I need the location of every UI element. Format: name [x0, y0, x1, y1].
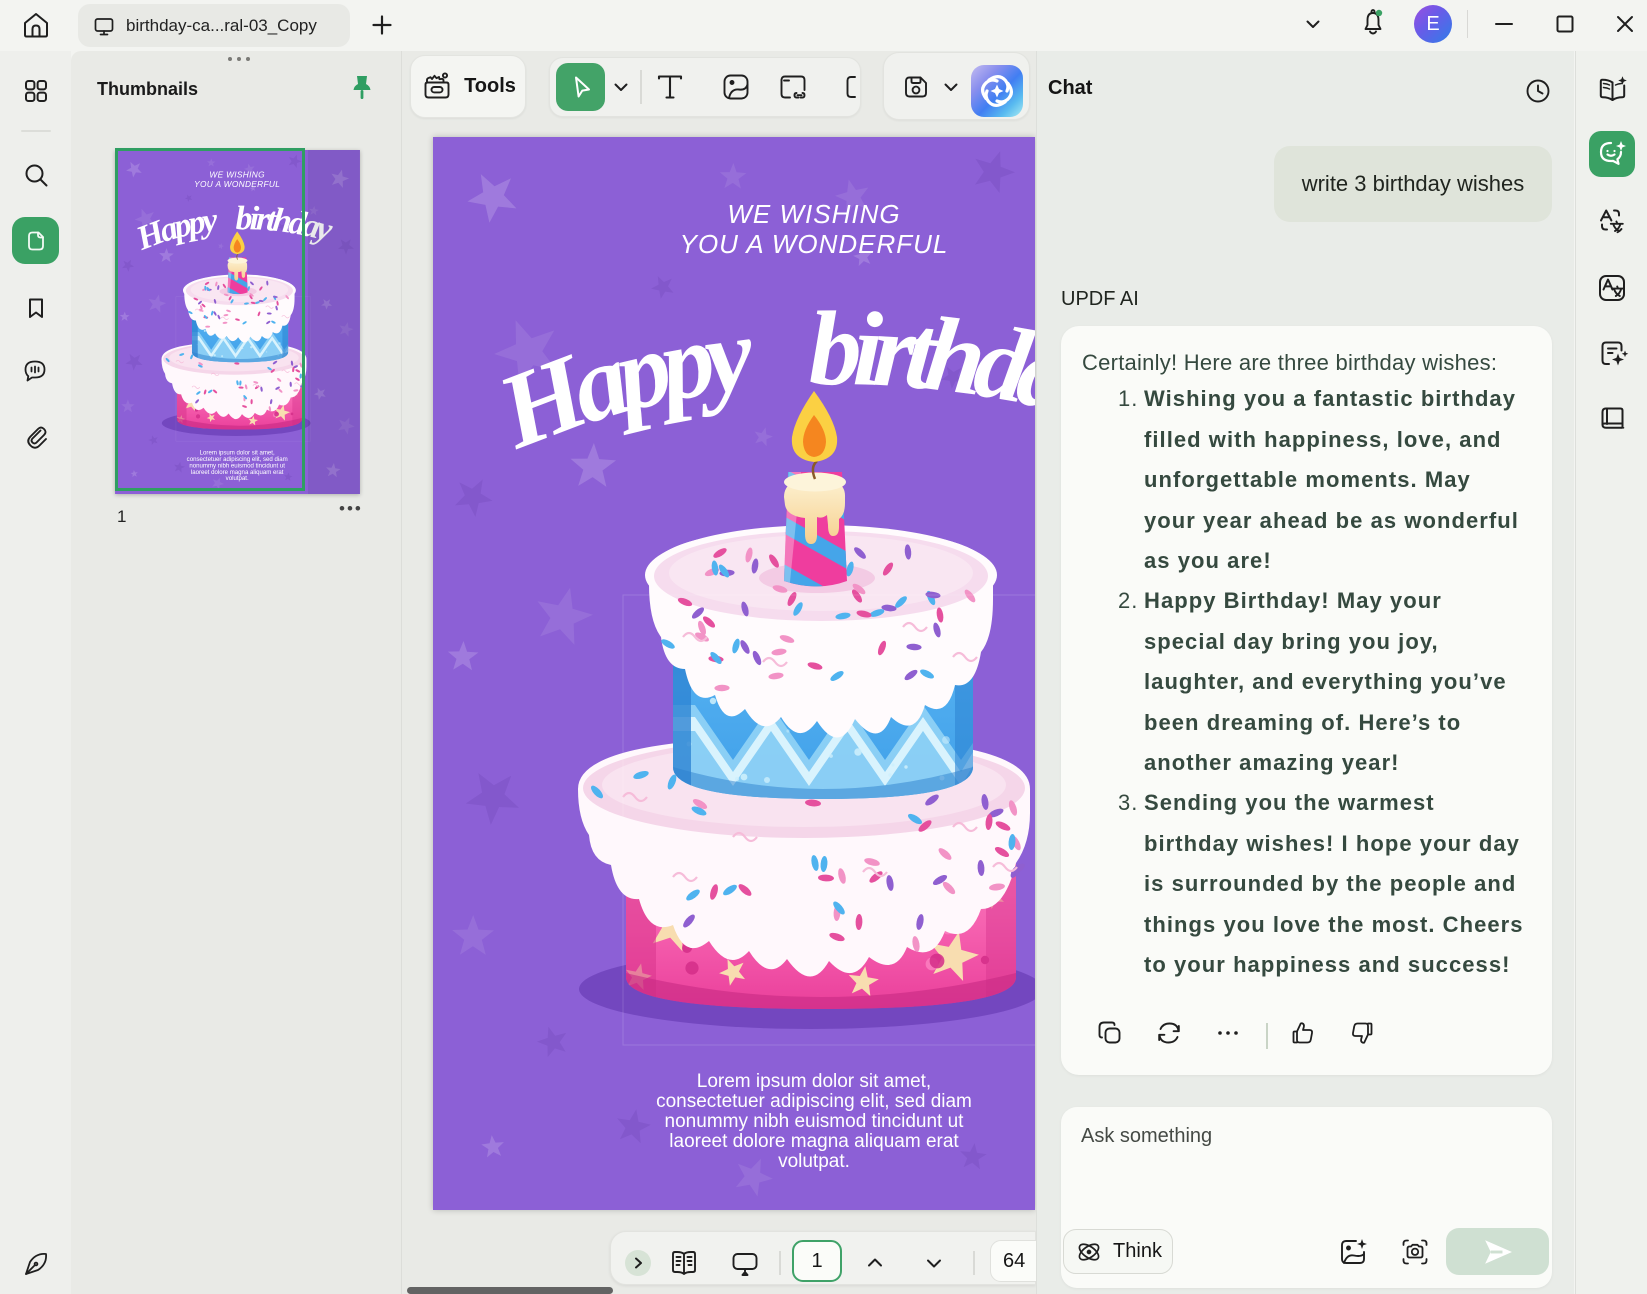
svg-text:nonummy nibh euismod tincidunt: nonummy nibh euismod tincidunt ut — [665, 1111, 965, 1132]
svg-text:consectetuer adipiscing elit,: consectetuer adipiscing elit, sed diam — [656, 1091, 972, 1112]
svg-text:Lorem ipsum dolor sit amet,: Lorem ipsum dolor sit amet, — [697, 1071, 931, 1092]
svg-text:volutpat.: volutpat. — [778, 1151, 850, 1172]
svg-text:WE WISHING: WE WISHING — [727, 199, 900, 229]
svg-text:laoreet dolore magna aliquam e: laoreet dolore magna aliquam erat — [669, 1131, 959, 1152]
svg-text:YOU A WONDERFUL: YOU A WONDERFUL — [680, 229, 949, 259]
